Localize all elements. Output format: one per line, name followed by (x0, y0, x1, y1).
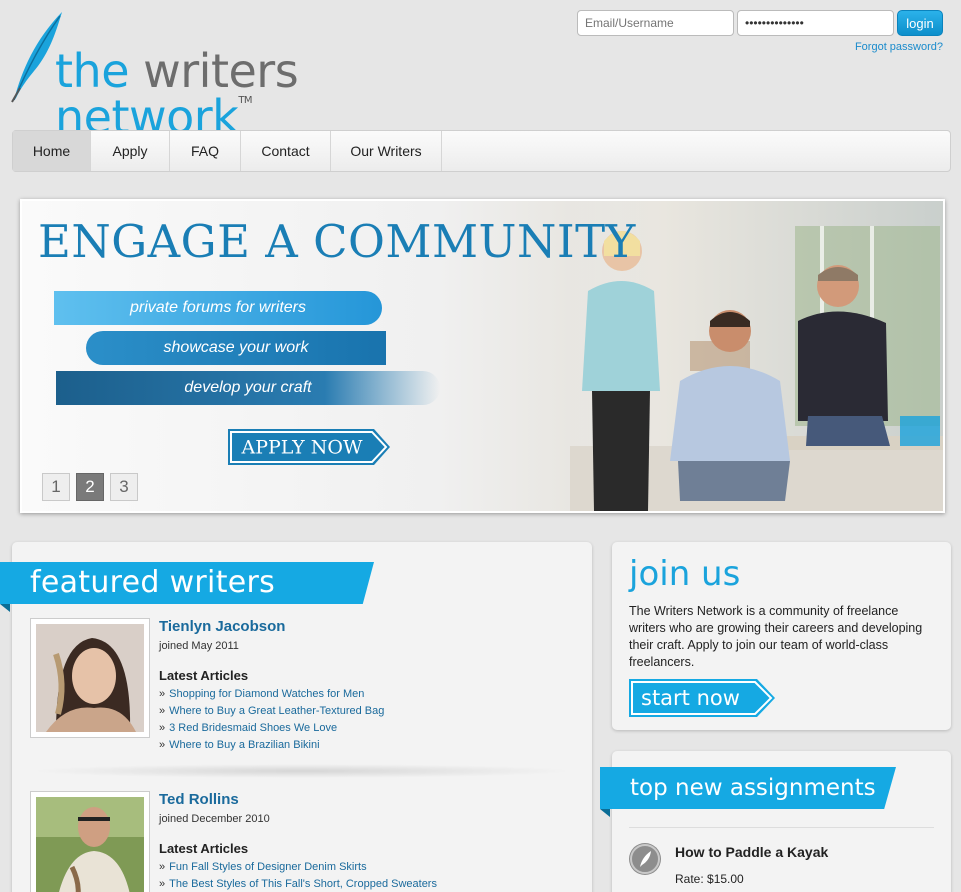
hero-ribbon: develop your craft (56, 371, 440, 405)
apply-now-label: APPLY NOW (240, 437, 362, 459)
login-button[interactable]: login (897, 10, 943, 36)
article-list: » Fun Fall Styles of Designer Denim Skirt… (159, 859, 437, 892)
featured-writers-title: featured writers (30, 565, 276, 600)
writer-name-link[interactable]: Ted Rollins (159, 791, 437, 808)
hero-slider[interactable]: ENGAGE A COMMUNITY private forums for wr… (20, 199, 945, 513)
writer-joined: joined May 2011 (159, 640, 239, 652)
nav-contact[interactable]: Contact (241, 131, 331, 171)
article-link[interactable]: » Where to Buy a Great Leather-Textured B… (159, 703, 384, 720)
pen-nib-icon (629, 843, 661, 875)
article-link[interactable]: » Shopping for Diamond Watches for Men (159, 686, 384, 703)
start-now-label: start now (641, 686, 740, 710)
article-link[interactable]: » 3 Red Bridesmaid Shoes We Love (159, 720, 384, 737)
assignments-panel: top new assignments How to Paddle a Kaya… (600, 751, 951, 892)
writer-avatar[interactable] (30, 618, 150, 738)
logo-wordmark: the writers networkTM (55, 44, 299, 144)
writer-photo (36, 624, 144, 732)
slider-pager: 1 2 3 (42, 473, 138, 501)
pager-button-1[interactable]: 1 (42, 473, 70, 501)
hero-ribbon: private forums for writers (54, 291, 382, 325)
latest-articles-heading: Latest Articles (159, 841, 249, 856)
banner-fold (0, 604, 10, 612)
writer-info: Ted Rollins joined December 2010 Latest … (159, 791, 437, 892)
writer-avatar[interactable] (30, 791, 150, 892)
nav-apply[interactable]: Apply (91, 131, 170, 171)
forgot-password-link[interactable]: Forgot password? (855, 41, 943, 53)
assignment-title-link[interactable]: How to Paddle a Kayak (675, 844, 828, 860)
site-logo[interactable]: the writers networkTM (10, 10, 480, 140)
article-link[interactable]: » The Best Styles of This Fall's Short, C… (159, 876, 437, 892)
nav-faq[interactable]: FAQ (170, 131, 241, 171)
featured-writers-banner: featured writers (0, 562, 374, 604)
hero-headline: ENGAGE A COMMUNITY (38, 215, 636, 268)
featured-writers-panel: featured writers Tienlyn Jacobson joined… (0, 542, 592, 892)
writer-divider (30, 764, 574, 778)
divider (629, 827, 934, 828)
login-form: login Forgot password? (577, 10, 943, 53)
join-us-title: join us (629, 554, 741, 594)
password-input[interactable] (737, 10, 894, 36)
writer-photo (36, 797, 144, 892)
article-link[interactable]: » Where to Buy a Brazilian Bikini (159, 737, 384, 754)
pager-button-3[interactable]: 3 (110, 473, 138, 501)
writer-info: Tienlyn Jacobson joined May 2011 Latest … (159, 618, 384, 754)
latest-articles-heading: Latest Articles (159, 668, 249, 683)
apply-now-button[interactable]: APPLY NOW (228, 429, 390, 465)
article-list: » Shopping for Diamond Watches for Men » W… (159, 686, 384, 754)
start-now-button[interactable]: start now (629, 679, 775, 717)
username-input[interactable] (577, 10, 734, 36)
nav-home[interactable]: Home (13, 131, 91, 171)
join-us-panel: join us The Writers Network is a communi… (612, 542, 951, 730)
assignment-rate: Rate: $15.00 (675, 872, 744, 886)
apply-now-shape: APPLY NOW (228, 429, 390, 465)
writer-name-link[interactable]: Tienlyn Jacobson (159, 618, 384, 635)
main-nav: Home Apply FAQ Contact Our Writers (12, 130, 951, 172)
assignments-title: top new assignments (630, 775, 876, 801)
hero-ribbon: showcase your work (86, 331, 386, 365)
start-now-shape: start now (629, 679, 775, 717)
join-us-text: The Writers Network is a community of fr… (629, 604, 923, 669)
article-link[interactable]: » Fun Fall Styles of Designer Denim Skirt… (159, 859, 437, 876)
nav-our-writers[interactable]: Our Writers (331, 131, 442, 171)
writer-joined: joined December 2010 (159, 813, 270, 825)
pager-button-2[interactable]: 2 (76, 473, 104, 501)
banner-fold (600, 809, 610, 817)
assignments-banner: top new assignments (600, 767, 896, 809)
